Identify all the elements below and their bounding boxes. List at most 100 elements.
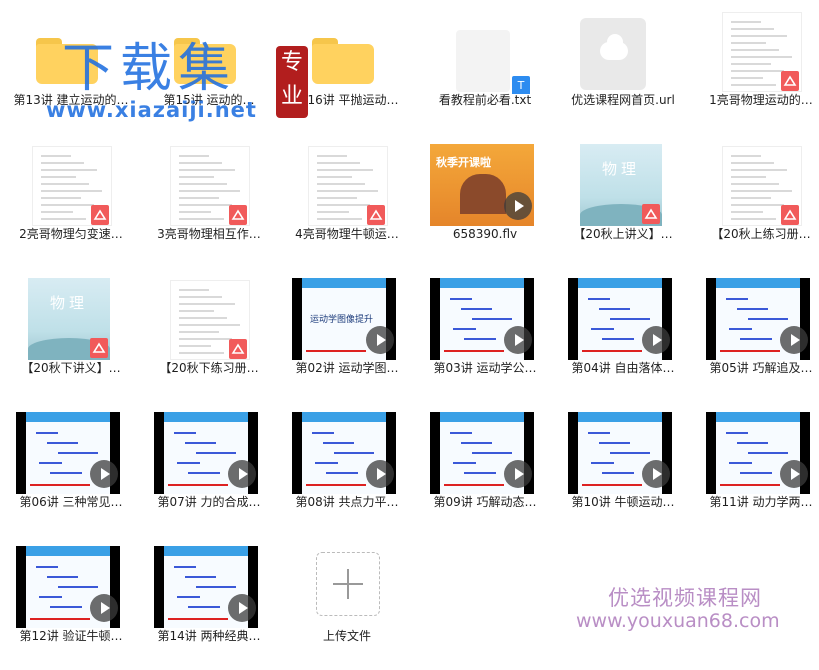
plus-icon[interactable] (316, 552, 380, 616)
file-thumbnail (154, 546, 262, 630)
file-thumbnail (568, 412, 676, 496)
play-icon (228, 594, 256, 622)
document-page (32, 146, 112, 226)
file-item[interactable]: 4亮哥物理牛顿运… (278, 134, 416, 268)
file-item[interactable]: 物理【20秋下讲义】… (2, 268, 140, 402)
file-item[interactable]: 第03讲 运动学公… (416, 268, 554, 402)
file-thumbnail (154, 412, 262, 496)
file-item[interactable]: 第06讲 三种常见… (2, 402, 140, 536)
play-icon (90, 460, 118, 488)
file-thumbnail: 物理 (568, 144, 676, 228)
file-name: 第11讲 动力学两… (709, 495, 813, 509)
file-name: 第02讲 运动学图… (295, 361, 399, 375)
file-name: 【20秋下练习册… (159, 361, 259, 375)
file-name: 【20秋上练习册… (711, 227, 811, 241)
pdf-icon (781, 205, 799, 225)
file-name: 第03讲 运动学公… (433, 361, 537, 375)
file-thumbnail (430, 412, 538, 496)
file-name: 第06讲 三种常见… (19, 495, 123, 509)
file-thumbnail (706, 412, 814, 496)
cover-title: 物理 (49, 294, 88, 312)
watermark-site-name: 优选视频课程网 (608, 586, 762, 610)
file-thumbnail (16, 144, 124, 228)
file-name: 优选课程网首页.url (571, 93, 675, 107)
file-item[interactable]: 物理【20秋上讲义】… (554, 134, 692, 268)
file-item[interactable]: 上传文件 (278, 536, 416, 670)
file-name: 第04讲 自由落体… (571, 361, 675, 375)
file-item[interactable]: 第07讲 力的合成… (140, 402, 278, 536)
file-name: 第08讲 共点力平… (295, 495, 399, 509)
play-icon (228, 460, 256, 488)
file-thumbnail (568, 278, 676, 362)
watermark-logo-text: 下载集 (62, 39, 237, 99)
thumb-caption: 运动学图像提升 (310, 315, 374, 325)
file-thumbnail (292, 412, 400, 496)
pdf-icon (781, 71, 799, 91)
file-thumbnail (292, 10, 400, 94)
pdf-icon (367, 205, 385, 225)
file-item[interactable]: 第05讲 巧解追及… (692, 268, 819, 402)
folder-icon (312, 38, 374, 84)
file-name: 【20秋上讲义】… (573, 227, 673, 241)
play-icon (780, 460, 808, 488)
pdf-icon (642, 204, 660, 224)
file-thumbnail: 运动学图像提升 (292, 278, 400, 362)
file-name: 3亮哥物理相互作… (157, 227, 261, 241)
file-item[interactable]: 2亮哥物理匀变速… (2, 134, 140, 268)
file-name: 上传文件 (322, 629, 371, 643)
file-item[interactable]: 3亮哥物理相互作… (140, 134, 278, 268)
play-icon (504, 460, 532, 488)
file-item[interactable]: 运动学图像提升第02讲 运动学图… (278, 268, 416, 402)
document-page (722, 12, 802, 92)
cover-title: 物理 (601, 160, 640, 178)
file-name: 第07讲 力的合成… (157, 495, 261, 509)
file-name: 658390.flv (452, 227, 518, 241)
file-name: 看教程前必看.txt (438, 93, 532, 107)
file-thumbnail (154, 144, 262, 228)
play-icon (642, 326, 670, 354)
document-page (722, 146, 802, 226)
file-item[interactable]: 【20秋下练习册… (140, 268, 278, 402)
file-item[interactable]: 1亮哥物理运动的… (692, 0, 819, 134)
file-name: 第05讲 巧解追及… (709, 361, 813, 375)
file-thumbnail (292, 546, 400, 630)
file-item[interactable]: 第09讲 巧解动态… (416, 402, 554, 536)
file-name: 第09讲 巧解动态… (433, 495, 537, 509)
file-name: 【20秋下讲义】… (21, 361, 121, 375)
file-name: 2亮哥物理匀变速… (19, 227, 123, 241)
pdf-icon (90, 338, 108, 358)
file-thumbnail: T (430, 10, 538, 94)
file-item[interactable]: 第04讲 自由落体… (554, 268, 692, 402)
play-icon (642, 460, 670, 488)
file-name: 1亮哥物理运动的… (709, 93, 813, 107)
file-thumbnail (154, 278, 262, 362)
file-thumbnail (292, 144, 400, 228)
file-item[interactable]: 第10讲 牛顿运动… (554, 402, 692, 536)
file-item[interactable]: 第12讲 验证牛顿… (2, 536, 140, 670)
document-page (308, 146, 388, 226)
file-item[interactable]: 优选课程网首页.url (554, 0, 692, 134)
file-thumbnail (16, 546, 124, 630)
document-page (170, 146, 250, 226)
file-item[interactable]: 第08讲 共点力平… (278, 402, 416, 536)
pdf-icon (229, 339, 247, 359)
play-icon (780, 326, 808, 354)
watermark-url: www.xiazaiji.net (46, 98, 257, 122)
file-item[interactable]: 【20秋上练习册… (692, 134, 819, 268)
file-item[interactable]: 第14讲 两种经典… (140, 536, 278, 670)
file-thumbnail (706, 278, 814, 362)
file-item[interactable]: 第11讲 动力学两… (692, 402, 819, 536)
file-name: 第12讲 验证牛顿… (19, 629, 123, 643)
thumb-caption: 秋季开课啦 (436, 156, 491, 169)
document-page (170, 280, 250, 360)
file-item[interactable]: 秋季开课啦 658390.flv (416, 134, 554, 268)
file-name: 第14讲 两种经典… (157, 629, 261, 643)
play-icon (504, 326, 532, 354)
play-icon (366, 326, 394, 354)
file-thumbnail: 秋季开课啦 (430, 144, 538, 228)
file-thumbnail: 物理 (16, 278, 124, 362)
file-thumbnail (568, 10, 676, 94)
file-item[interactable]: T 看教程前必看.txt (416, 0, 554, 134)
file-name: 4亮哥物理牛顿运… (295, 227, 399, 241)
play-icon (504, 192, 532, 220)
